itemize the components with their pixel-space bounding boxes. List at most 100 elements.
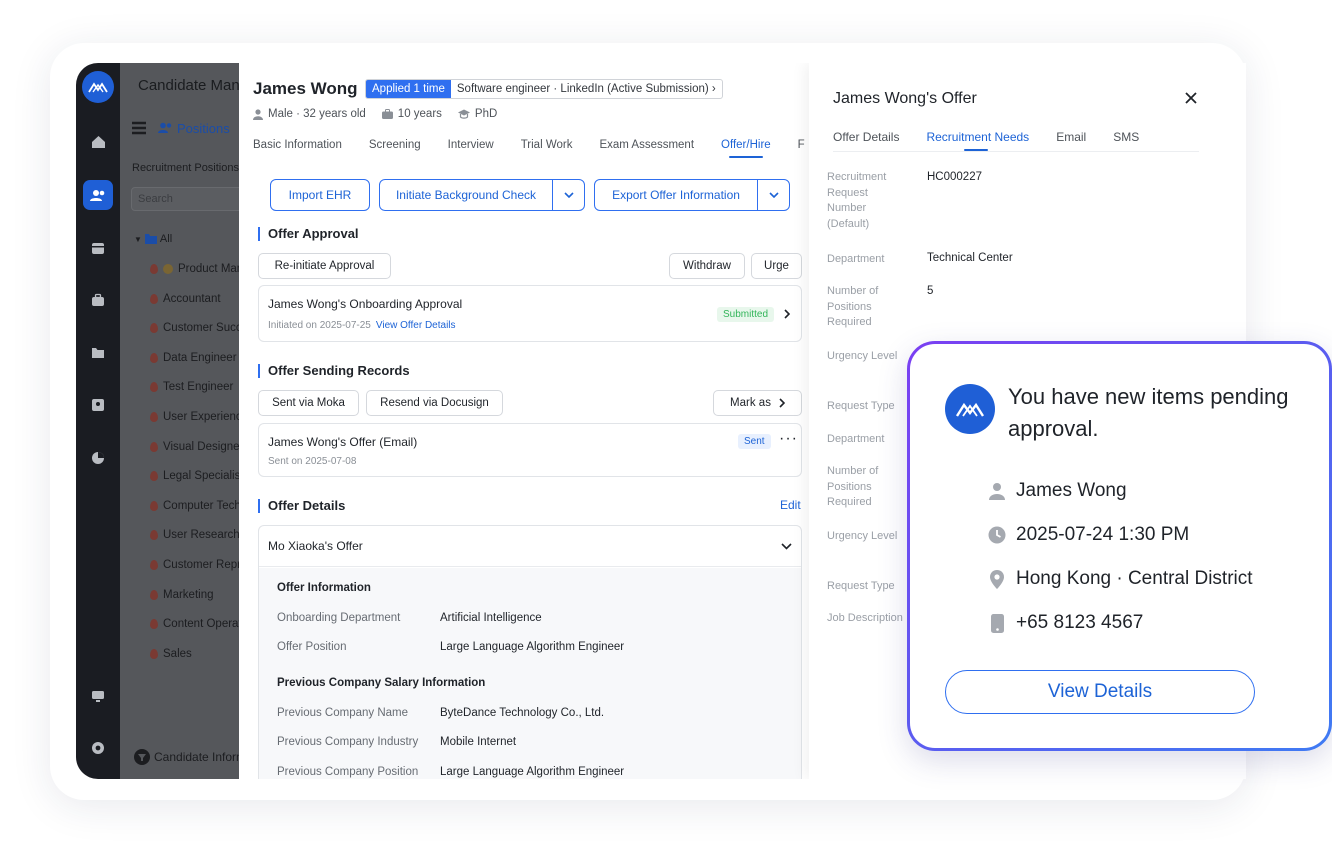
offer-drawer-title: James Wong's Offer: [833, 90, 977, 107]
approval-card-subtitle: Initiated on 2025-07-25 View Offer Detail…: [268, 320, 456, 331]
flame-icon: [150, 412, 158, 422]
view-offer-details-link[interactable]: View Offer Details: [376, 320, 456, 331]
nav-search-input[interactable]: Search: [131, 187, 239, 211]
nav-item[interactable]: User Experience: [150, 411, 239, 423]
more-options-icon[interactable]: ···: [779, 430, 798, 448]
department-label: Department: [827, 253, 885, 265]
withdraw-button[interactable]: Withdraw: [669, 253, 745, 279]
positions-required-label: Number of Positions Required: [827, 285, 879, 328]
nav-item[interactable]: Data Engineer: [150, 352, 237, 364]
notification-person: James Wong: [988, 480, 1127, 502]
nav-item[interactable]: Test Engineer: [150, 381, 233, 393]
background-check-dropdown[interactable]: [552, 180, 584, 210]
nav-item[interactable]: Customer Success: [150, 322, 239, 334]
tab-email[interactable]: Email: [1056, 130, 1086, 144]
department-value: Technical Center: [927, 252, 1013, 264]
nav-item[interactable]: Sales: [150, 648, 192, 660]
nav-section-label: Recruitment Positions: [132, 162, 239, 174]
nav-item[interactable]: Product Manager: [150, 263, 239, 275]
tab-trial-work[interactable]: Trial Work: [521, 139, 573, 151]
chevron-right-icon: [779, 398, 785, 408]
flame-icon: [150, 293, 158, 304]
people-icon[interactable]: [83, 180, 113, 210]
contact-card-icon[interactable]: [83, 390, 113, 420]
nav-item[interactable]: Content Operations: [150, 618, 239, 630]
import-ehr-button[interactable]: Import EHR: [270, 179, 370, 211]
tab-basic-information[interactable]: Basic Information: [253, 139, 342, 151]
request-number-value: HC000227: [927, 171, 982, 183]
stack-icon[interactable]: [130, 120, 148, 136]
phone-icon: [988, 613, 1006, 633]
tab-screening[interactable]: Screening: [369, 139, 421, 151]
sending-record-card[interactable]: James Wong's Offer (Email) Sent on 2025-…: [258, 423, 802, 477]
sent-via-moka-button[interactable]: Sent via Moka: [258, 390, 359, 416]
person-icon: [988, 481, 1006, 501]
export-offer-dropdown[interactable]: [757, 180, 789, 210]
tab-offer-details[interactable]: Offer Details: [833, 130, 899, 144]
tab-sms[interactable]: SMS: [1113, 130, 1139, 144]
nav-item[interactable]: Computer Technician: [150, 500, 239, 512]
export-offer-button[interactable]: Export Offer Information: [595, 188, 757, 202]
nav-item-label: Visual Designer: [163, 440, 239, 453]
tab-recruitment-needs[interactable]: Recruitment Needs: [926, 130, 1029, 151]
nav-item-label: Product Manager: [178, 263, 239, 275]
application-badge[interactable]: Applied 1 time Software engineer · Linke…: [365, 79, 723, 99]
settings-gear-icon[interactable]: [83, 733, 113, 763]
mark-as-button[interactable]: Mark as: [713, 390, 802, 416]
sent-status-badge: Sent: [738, 434, 771, 449]
location-text: Hong Kong · Central District: [1016, 568, 1253, 589]
chevron-down-icon: [563, 192, 574, 198]
urgency-level-label: Urgency Level: [827, 350, 898, 362]
nav-item-label: Legal Specialist: [163, 470, 239, 483]
chevron-right-icon: ›: [711, 83, 716, 95]
nav-item[interactable]: User Researcher: [150, 529, 239, 541]
export-offer-split-button: Export Offer Information: [594, 179, 790, 211]
nav-item-label: Marketing: [163, 588, 214, 601]
offer-details-header[interactable]: Mo Xiaoka's Offer: [259, 526, 801, 567]
nav-subheader: Positions: [130, 117, 239, 139]
tab-offer-hire[interactable]: Offer/Hire: [721, 139, 771, 158]
notification-title: You have new items pending approval.: [1008, 384, 1289, 441]
close-icon[interactable]: [1182, 89, 1200, 107]
tab-more[interactable]: F: [798, 139, 805, 151]
reinitiate-approval-button[interactable]: Re-initiate Approval: [258, 253, 391, 279]
nav-item[interactable]: Legal Specialist: [150, 470, 239, 482]
submitted-status-badge: Submitted: [717, 307, 775, 322]
tab-interview[interactable]: Interview: [448, 139, 494, 151]
resend-via-docusign-button[interactable]: Resend via Docusign: [366, 390, 503, 416]
folder-icon[interactable]: [83, 338, 113, 368]
approval-card[interactable]: James Wong's Onboarding Approval Initiat…: [258, 285, 802, 342]
experience: 10 years: [381, 108, 442, 120]
briefcase-icon[interactable]: [83, 285, 113, 315]
urge-button[interactable]: Urge: [751, 253, 802, 279]
flame-icon: [150, 264, 158, 274]
view-details-button[interactable]: View Details: [945, 670, 1255, 714]
edit-details-link[interactable]: Edit: [780, 498, 801, 512]
tab-exam-assessment[interactable]: Exam Assessment: [599, 139, 694, 151]
background-check-button[interactable]: Initiate Background Check: [380, 188, 552, 202]
nav-item[interactable]: Visual Designer: [150, 441, 239, 453]
nav-item[interactable]: Accountant: [150, 293, 221, 305]
briefcase-icon: [381, 109, 393, 119]
nav-item-label: Computer Technician: [163, 499, 239, 512]
home-icon[interactable]: [83, 127, 113, 157]
tabs-divider: [833, 151, 1199, 152]
pie-chart-icon[interactable]: [83, 443, 113, 473]
nav-footer[interactable]: Candidate Information: [134, 749, 239, 765]
positions-tab[interactable]: Positions: [158, 121, 230, 136]
nav-item[interactable]: Marketing: [150, 589, 214, 601]
chevron-right-icon: [784, 309, 790, 319]
education: PhD: [457, 108, 497, 120]
calendar-icon[interactable]: [83, 233, 113, 263]
users-icon: [158, 122, 172, 133]
nav-tree-all[interactable]: ▼ All: [134, 233, 172, 245]
nav-item[interactable]: Customer Representative: [150, 559, 239, 571]
candidate-tabs: Basic Information Screening Interview Tr…: [253, 139, 805, 158]
nav-item-label: Content Operations: [163, 618, 239, 631]
brand-logo-icon[interactable]: [82, 71, 114, 103]
flame-icon: [150, 323, 158, 334]
flame-icon: [150, 500, 158, 511]
offer-info-group-title: Offer Information: [277, 582, 371, 594]
monitor-icon[interactable]: [83, 681, 113, 711]
icon-rail: [76, 63, 120, 779]
